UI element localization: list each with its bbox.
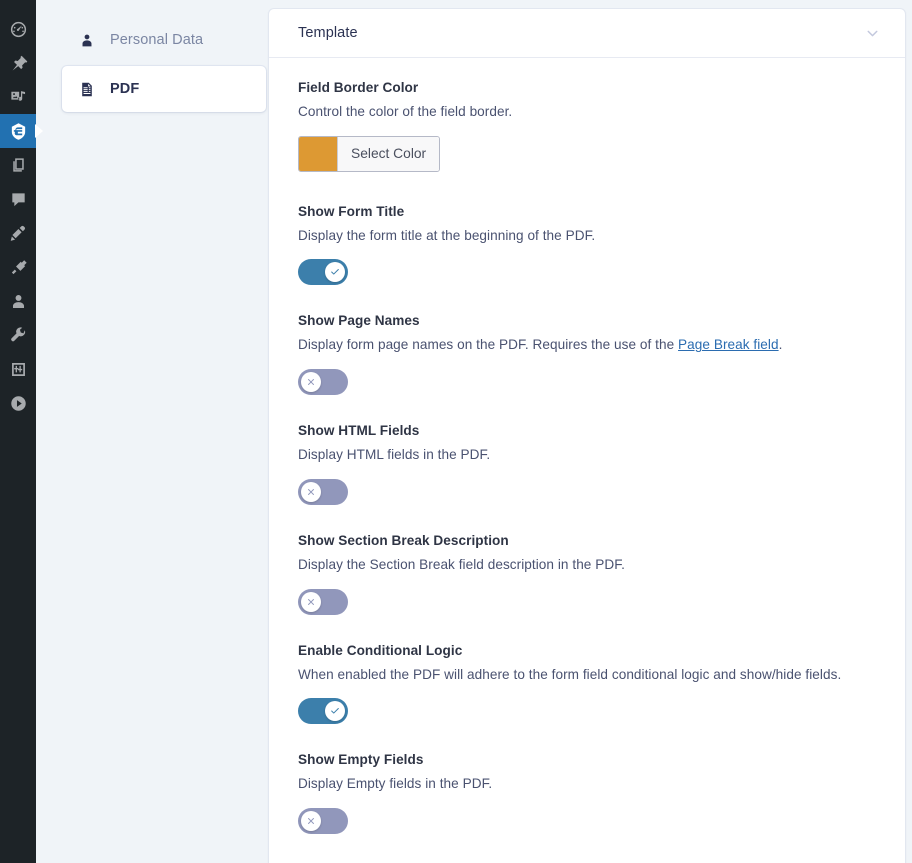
page-break-field-link[interactable]: Page Break field bbox=[678, 337, 779, 352]
gravity-forms-icon bbox=[9, 122, 28, 141]
rail-item-dashboard[interactable] bbox=[0, 12, 36, 46]
user-icon bbox=[9, 292, 28, 311]
sidebar-item-label: PDF bbox=[110, 81, 140, 97]
setting-description: Display the form title at the beginning … bbox=[298, 227, 596, 243]
setting-label: Show Form Title bbox=[298, 203, 405, 219]
document-icon bbox=[78, 80, 96, 98]
setting-description: Control the color of the field border. bbox=[298, 104, 513, 119]
sidebar-item-label: Personal Data bbox=[110, 32, 204, 48]
check-icon bbox=[331, 269, 339, 275]
rail-item-forms[interactable] bbox=[0, 114, 36, 148]
setting-description: Display HTML fields in the PDF. bbox=[298, 447, 491, 463]
comment-icon bbox=[9, 190, 28, 209]
toggle-show-section-break-description[interactable] bbox=[298, 588, 348, 615]
toggle-knob bbox=[301, 591, 321, 612]
toggle-knob bbox=[301, 372, 321, 393]
rail-item-pages[interactable] bbox=[0, 148, 36, 182]
setting-description: When enabled the PDF will adhere to the … bbox=[298, 666, 842, 682]
close-icon bbox=[308, 598, 314, 605]
chevron-down-icon[interactable] bbox=[861, 22, 883, 44]
close-icon bbox=[308, 379, 314, 386]
paintbrush-icon bbox=[9, 224, 28, 243]
admin-rail bbox=[0, 0, 36, 863]
sidebar-item-personal-data[interactable]: Personal Data bbox=[62, 18, 268, 62]
setting-show-section-break-description: Show Section Break Description Display t… bbox=[298, 533, 876, 615]
media-icon bbox=[9, 88, 28, 107]
content-area: Personal Data PDF Template Field Border … bbox=[36, 0, 912, 863]
toggle-knob bbox=[325, 262, 345, 283]
pages-icon bbox=[9, 156, 28, 175]
template-panel: Template Field Border Color Control the … bbox=[268, 8, 906, 863]
setting-description: Display the Section Break field descript… bbox=[298, 556, 625, 572]
close-icon bbox=[308, 817, 314, 824]
select-color-button[interactable]: Select Color bbox=[298, 135, 441, 172]
setting-label: Show Empty Fields bbox=[298, 752, 424, 768]
color-swatch bbox=[299, 136, 337, 171]
setting-label: Show Page Names bbox=[298, 313, 420, 329]
toggle-show-empty-fields[interactable] bbox=[298, 807, 348, 834]
rail-item-comments[interactable] bbox=[0, 182, 36, 216]
rail-item-appearance[interactable] bbox=[0, 216, 36, 250]
rail-item-settings[interactable] bbox=[0, 352, 36, 386]
plug-icon bbox=[9, 258, 28, 277]
description-text-before: Display form page names on the PDF. Requ… bbox=[298, 337, 679, 353]
pin-icon bbox=[9, 54, 28, 73]
rail-item-collapse-menu[interactable] bbox=[0, 386, 36, 420]
settings-nav: Personal Data PDF bbox=[36, 0, 268, 863]
toggle-knob bbox=[301, 481, 321, 502]
select-color-button-label: Select Color bbox=[337, 136, 440, 171]
setting-show-empty-fields: Show Empty Fields Display Empty fields i… bbox=[298, 752, 876, 834]
setting-field-border-color: Field Border Color Control the color of … bbox=[298, 80, 876, 176]
setting-description: Display Empty fields in the PDF. bbox=[298, 776, 493, 792]
setting-enable-conditional-logic: Enable Conditional Logic When enabled th… bbox=[298, 643, 876, 725]
toggle-show-html-fields[interactable] bbox=[298, 478, 348, 505]
rail-item-media[interactable] bbox=[0, 80, 36, 114]
close-icon bbox=[308, 488, 314, 495]
setting-label: Show Section Break Description bbox=[298, 532, 509, 548]
toggle-show-page-names[interactable] bbox=[298, 369, 348, 396]
rail-item-users[interactable] bbox=[0, 284, 36, 318]
rail-item-posts[interactable] bbox=[0, 46, 36, 80]
page-title: Template bbox=[298, 25, 358, 41]
admin-screen: Personal Data PDF Template Field Border … bbox=[0, 0, 912, 863]
setting-label: Show HTML Fields bbox=[298, 423, 420, 439]
check-icon bbox=[331, 708, 339, 714]
rail-item-plugins[interactable] bbox=[0, 250, 36, 284]
panel-header[interactable]: Template bbox=[269, 9, 905, 58]
setting-label: Field Border Color bbox=[298, 80, 419, 95]
toggle-knob bbox=[301, 810, 321, 831]
sliders-icon bbox=[9, 360, 28, 379]
toggle-knob bbox=[325, 701, 345, 722]
toggle-show-form-title[interactable] bbox=[298, 259, 348, 286]
toggle-enable-conditional-logic[interactable] bbox=[298, 698, 348, 725]
wrench-icon bbox=[9, 326, 28, 345]
dashboard-icon bbox=[9, 20, 28, 39]
description-text-after: . bbox=[778, 337, 783, 353]
sidebar-item-pdf[interactable]: PDF bbox=[62, 66, 266, 112]
panel-body: Field Border Color Control the color of … bbox=[269, 58, 905, 863]
person-icon bbox=[78, 31, 96, 49]
setting-show-html-fields: Show HTML Fields Display HTML fields in … bbox=[298, 423, 876, 505]
play-circle-icon bbox=[9, 394, 28, 413]
setting-show-page-names: Show Page Names Display form page names … bbox=[298, 313, 876, 396]
setting-description: Display form page names on the PDF. Requ… bbox=[298, 335, 876, 355]
setting-label: Enable Conditional Logic bbox=[298, 642, 463, 658]
setting-show-form-title: Show Form Title Display the form title a… bbox=[298, 204, 876, 286]
rail-item-tools[interactable] bbox=[0, 318, 36, 352]
